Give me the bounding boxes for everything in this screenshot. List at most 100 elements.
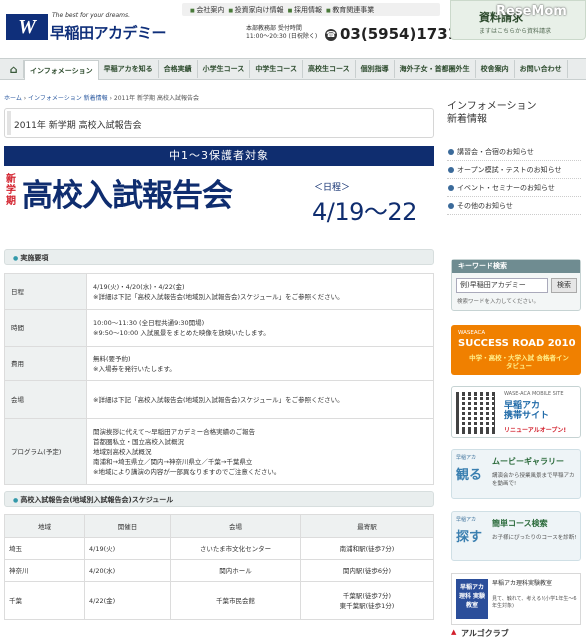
- row-value: 10:00〜11:30 (全日程共通9:30開場) ※9:50〜10:00 入試風…: [86, 309, 434, 347]
- value-line: 10:00〜11:30 (全日程共通9:30開場): [93, 319, 205, 327]
- cell-station: 関内駅(徒歩6分): [300, 559, 434, 582]
- value-line: 地域別高校入試概況: [93, 447, 152, 456]
- nav-item-schools[interactable]: 校舎案内: [476, 60, 515, 78]
- utility-link-education[interactable]: 教育関連事業: [326, 5, 374, 15]
- cell-date: 4/20(水): [84, 559, 171, 582]
- sidebar-heading-line2: 新着情報: [447, 114, 487, 125]
- sidebar-heading: インフォメーション 新着情報: [447, 100, 586, 126]
- col-region: 地域: [4, 514, 85, 538]
- course-search-banner[interactable]: 早稲アカ 探す 簡単コース検索 お子様にぴったりのコースを診断!: [451, 511, 581, 561]
- nav-item-overseas[interactable]: 海外子女・首都圏外生: [395, 60, 476, 78]
- cell-date: 4/19(火): [84, 537, 171, 560]
- office-hours-line1: 本部教務部 受付時間: [246, 25, 302, 32]
- course-title: 簡単コース検索: [492, 519, 548, 528]
- value-line: ※地域により講演の内容が一部異なりますのでご注意ください。: [93, 467, 281, 476]
- row-value: 4/19(火)・4/20(水)・4/22(金) ※詳細は下記「高校入試報告会(地域…: [86, 273, 434, 310]
- event-banner: 中1〜3保護者対象 新学期 高校入試報告会 ＜日程＞ 4/19〜22: [4, 146, 434, 232]
- gallery-cap: 早稲アカ: [456, 455, 477, 461]
- nav-item-high-school[interactable]: 高校生コース: [303, 60, 356, 78]
- course-desc: お子様にぴったりのコースを診断!: [492, 535, 577, 541]
- keyword-search: キーワード検索 例)早稲田アカデミー 検索 検索ワードを入力してください。: [451, 259, 581, 311]
- site-logo[interactable]: W The best for your dreams. 早稲田アカデミー: [6, 6, 167, 46]
- nav-item-elementary[interactable]: 小学生コース: [198, 60, 251, 78]
- outline-table: 日程 4/19(火)・4/20(水)・4/22(金) ※詳細は下記「高校入試報告会(…: [4, 273, 434, 485]
- table-header-row: 地域 開催日 会場 最寄駅: [4, 514, 434, 538]
- cell-station: 南浦和駅(徒歩7分): [300, 537, 434, 560]
- science-lab-banner[interactable]: 早稲アカ 理科 実験教室 早稲アカ理科実験教室 見て、触れて、考える!(小学1年…: [451, 573, 581, 625]
- nav-item-contact[interactable]: お問い合わせ: [515, 60, 568, 78]
- breadcrumb-current: 2011年 新学期 高校入試報告会: [113, 95, 199, 102]
- breadcrumb-info[interactable]: インフォメーション 新着情報: [28, 95, 108, 102]
- value-line: ※入場券を発行いたします。: [93, 364, 176, 373]
- news-item-other[interactable]: その他のお知らせ: [447, 197, 581, 215]
- value-line: ※詳細は下記「高校入試報告会(地域別入試報告会)スケジュール」をご参照ください。: [93, 292, 344, 301]
- value-line: 首都圏私立・国立高校入試概況: [93, 437, 184, 446]
- cell-station: 千葉駅(徒歩7分) 東千葉駅(徒歩1分): [300, 581, 434, 620]
- utility-link-ir[interactable]: 投資家向け情報: [228, 5, 284, 15]
- nav-home-icon[interactable]: ⌂: [4, 60, 24, 78]
- site-header: W The best for your dreams. 早稲田アカデミー 会社案…: [0, 0, 586, 58]
- table-row: 日程 4/19(火)・4/20(水)・4/22(金) ※詳細は下記「高校入試報告会(…: [4, 273, 434, 310]
- utility-links: 会社案内 投資家向け情報 採用情報 教育関連事業: [182, 3, 440, 16]
- phone-text: 03(5954)1731: [340, 25, 459, 43]
- science-lab-desc: 見て、触れて、考える!(小学1年生〜6年生対象): [492, 596, 577, 609]
- utility-link-recruit[interactable]: 採用情報: [288, 5, 322, 15]
- news-item-courses[interactable]: 講習会・合宿のお知らせ: [447, 143, 581, 161]
- station-line: 東千葉駅(徒歩1分): [339, 601, 395, 610]
- outline-heading: 実施要項: [4, 249, 434, 265]
- request-sub: ますはこちらから資料請求: [479, 28, 552, 35]
- course-big: 探す: [456, 530, 483, 545]
- mobile-site-banner[interactable]: WASE-ACA MOBILE SITE 早稲アカ 携帯サイト リニューアルオープ…: [451, 386, 581, 438]
- cell-venue: 関内ホール: [170, 559, 301, 582]
- news-item-tests[interactable]: オープン模試・テストのお知らせ: [447, 161, 581, 179]
- mobile-title-line1: 早稲アカ: [504, 401, 541, 411]
- course-cap: 早稲アカ: [456, 517, 477, 523]
- success-caption: 中学・高校・大学入試 合格者インタビュー: [469, 354, 569, 370]
- office-hours-line2: 11:00〜20:30 (日祝除く): [246, 33, 318, 40]
- keyword-search-button[interactable]: 検索: [551, 278, 577, 293]
- nav-item-junior-high[interactable]: 中学生コース: [250, 60, 303, 78]
- row-label: プログラム(予定): [4, 418, 87, 485]
- schedule-table: 地域 開催日 会場 最寄駅 埼玉 4/19(火) さいたま市文化センター 南浦和駅(徒…: [4, 514, 434, 620]
- argo-club-link[interactable]: アルゴクラブ: [451, 628, 581, 640]
- table-row: 神奈川 4/20(水) 関内ホール 関内駅(徒歩6分): [4, 559, 434, 582]
- science-lab-title: 早稲アカ理科実験教室: [492, 580, 553, 587]
- success-kicker: WASEACA: [458, 330, 486, 336]
- movie-gallery-banner[interactable]: 早稲アカ 観る ムービーギャラリー 講演会から授業風景まで早稲アカを動画で!: [451, 449, 581, 499]
- value-line: 南浦和→埼玉県立／関内→神奈川県立／千葉→千葉県立: [93, 457, 253, 466]
- news-item-events[interactable]: イベント・セミナーのお知らせ: [447, 179, 581, 197]
- watermark: ReseMom: [496, 4, 567, 19]
- col-date: 開催日: [84, 514, 171, 538]
- nav-item-about[interactable]: 早稲アカを知る: [99, 60, 159, 78]
- breadcrumb-home[interactable]: ホーム: [4, 95, 22, 102]
- banner-date: 4/19〜22: [312, 198, 417, 226]
- nav-item-results[interactable]: 合格実績: [159, 60, 198, 78]
- row-value: 開演挨拶に代えて〜早稲田アカデミー合格実績のご報告 首都圏私立・国立高校入試概況地…: [86, 418, 434, 485]
- value-line: ※詳細は下記「高校入試報告会(地域別入試報告会)スケジュール」をご参照ください。: [93, 395, 344, 404]
- cell-region: 埼玉: [4, 537, 85, 560]
- phone-icon: ☎: [325, 29, 337, 41]
- science-lab-logo: 早稲アカ 理科 実験教室: [456, 579, 488, 619]
- keyword-search-hint: 検索ワードを入力してください。: [457, 299, 540, 305]
- value-line: 無料(要予約): [93, 354, 131, 363]
- nav-item-information[interactable]: インフォメーション: [24, 60, 99, 80]
- success-title: SUCCESS ROAD 2010: [458, 338, 576, 349]
- row-value: ※詳細は下記「高校入試報告会(地域別入試報告会)スケジュール」をご参照ください。: [86, 380, 434, 419]
- row-value: 無料(要予約) ※入場券を発行いたします。: [86, 346, 434, 381]
- success-road-banner[interactable]: WASEACA SUCCESS ROAD 2010 中学・高校・大学入試 合格者…: [451, 325, 581, 375]
- table-row: プログラム(予定) 開演挨拶に代えて〜早稲田アカデミー合格実績のご報告 首都圏私立・…: [4, 418, 434, 485]
- nav-item-individual[interactable]: 個別指導: [356, 60, 395, 78]
- mobile-title-line2: 携帯サイト: [504, 411, 550, 421]
- banner-side-label: 新学期: [6, 174, 16, 207]
- qr-code-icon: [456, 392, 498, 434]
- keyword-search-label: キーワード検索: [452, 260, 580, 273]
- utility-link-company[interactable]: 会社案内: [190, 5, 224, 15]
- mobile-kicker: WASE-ACA MOBILE SITE: [504, 391, 564, 397]
- banner-audience: 中1〜3保護者対象: [4, 146, 434, 166]
- keyword-search-input[interactable]: 例)早稲田アカデミー: [456, 278, 548, 293]
- value-line: ※9:50〜10:00 入試風景をまとめた映像を放映いたします。: [93, 329, 270, 337]
- gallery-big: 観る: [456, 468, 483, 483]
- table-row: 埼玉 4/19(火) さいたま市文化センター 南浦和駅(徒歩7分): [4, 537, 434, 560]
- cell-region: 神奈川: [4, 559, 85, 582]
- row-label: 時間: [4, 309, 87, 347]
